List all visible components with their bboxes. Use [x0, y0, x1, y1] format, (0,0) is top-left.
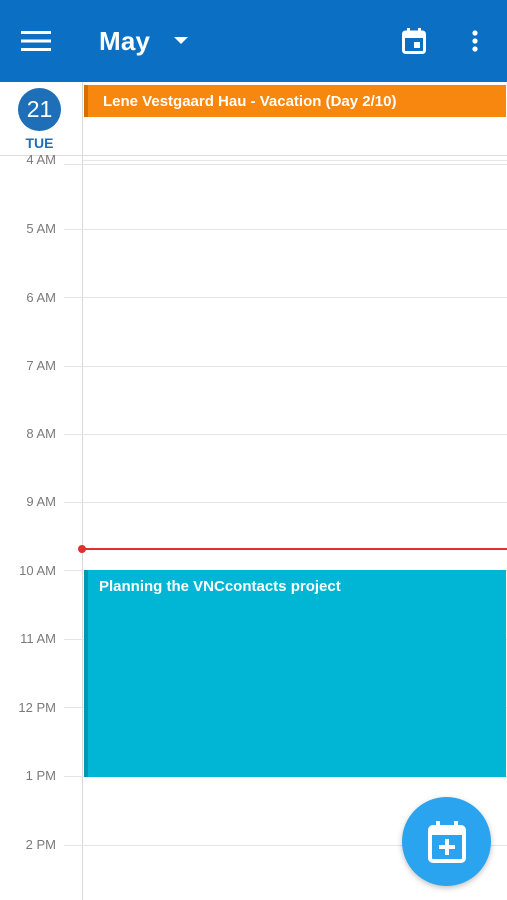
all-day-event[interactable]: Lene Vestgaard Hau - Vacation (Day 2/10) [84, 85, 506, 117]
hour-label: 5 AM [26, 221, 56, 236]
header-divider [82, 160, 507, 161]
hour-label: 1 PM [25, 768, 56, 783]
header-divider [0, 155, 507, 156]
hour-label: 7 AM [26, 358, 56, 373]
hour-line [64, 366, 507, 367]
hour-line [64, 434, 507, 435]
hour-label: 12 PM [18, 700, 56, 715]
hour-line [64, 164, 507, 165]
hour-line [64, 502, 507, 503]
day-number[interactable]: 21 [18, 88, 61, 131]
hour-line [64, 297, 507, 298]
caret-down-icon[interactable] [168, 28, 194, 54]
add-event-icon [427, 820, 467, 864]
current-time-line [82, 548, 507, 550]
calendar-event[interactable]: Planning the VNCcontacts project [84, 570, 506, 777]
more-vert-icon[interactable] [460, 22, 490, 60]
current-time-dot [78, 545, 86, 553]
hour-label: 4 AM [26, 152, 56, 167]
time-grid-divider [82, 82, 83, 900]
calendar-today-icon[interactable] [394, 22, 434, 60]
hour-label: 2 PM [25, 837, 56, 852]
hour-label: 6 AM [26, 290, 56, 305]
month-title[interactable]: May [99, 22, 150, 60]
hamburger-menu-icon[interactable] [14, 22, 58, 60]
hour-label: 11 AM [20, 631, 56, 646]
hour-label: 9 AM [26, 494, 56, 509]
add-event-button[interactable] [402, 797, 491, 886]
hour-label: 8 AM [26, 426, 56, 441]
hour-line [64, 229, 507, 230]
hour-label: 10 AM [19, 563, 56, 578]
day-of-week: TUE [25, 135, 54, 151]
event-title: Planning the VNCcontacts project [99, 578, 341, 595]
app-bar: May [0, 0, 507, 82]
